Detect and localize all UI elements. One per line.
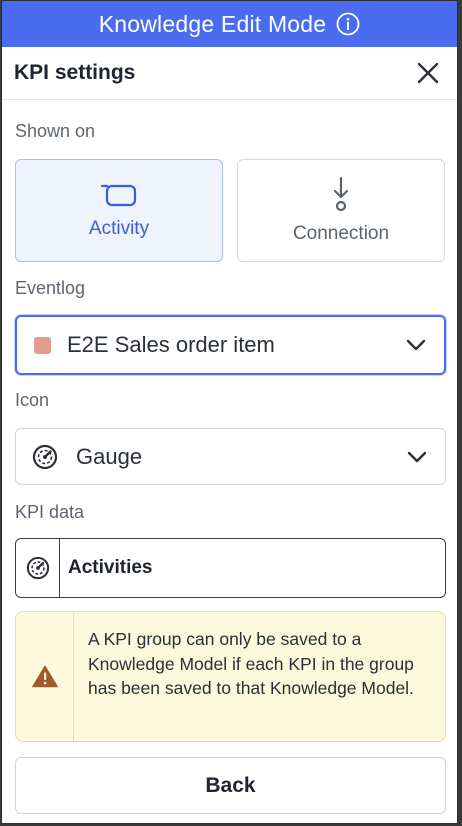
kpi-icon-cell: [16, 539, 60, 597]
info-icon[interactable]: [336, 12, 360, 36]
knowledge-edit-mode-banner: Knowledge Edit Mode: [2, 1, 457, 47]
back-button[interactable]: Back: [15, 757, 446, 814]
eventlog-select[interactable]: E2E Sales order item: [15, 315, 446, 375]
eventlog-value: E2E Sales order item: [67, 332, 275, 357]
warning-icon: [31, 665, 58, 688]
warning-callout: A KPI group can only be saved to a Knowl…: [15, 611, 446, 742]
activity-label: Activity: [88, 217, 150, 239]
close-button[interactable]: [413, 58, 443, 88]
chevron-down-icon: [406, 339, 426, 351]
icon-value: Gauge: [76, 443, 143, 469]
eventlog-label: Eventlog: [15, 278, 86, 298]
warning-text: A KPI group can only be saved to a Knowl…: [88, 629, 414, 698]
banner-title: Knowledge Edit Mode: [98, 10, 327, 37]
shown-on-label: Shown on: [15, 121, 96, 141]
activity-icon: [101, 184, 137, 206]
chevron-down-icon: [407, 451, 427, 462]
close-icon: [417, 62, 439, 84]
kpi-data-field[interactable]: Activities: [15, 538, 446, 598]
icon-label: Icon: [15, 390, 50, 410]
connection-label: Connection: [292, 222, 390, 244]
eventlog-color-swatch: [34, 336, 51, 354]
connection-icon: [333, 176, 349, 211]
gauge-icon: [32, 444, 58, 470]
warning-icon-cell: [16, 612, 74, 741]
kpi-data-label: KPI data: [15, 502, 85, 522]
panel-title: KPI settings: [14, 61, 136, 84]
shown-on-connection-button[interactable]: Connection: [237, 159, 445, 262]
gauge-icon: [26, 556, 50, 580]
kpi-settings-window: Knowledge Edit Mode KPI settings Shown o…: [1, 0, 458, 824]
icon-select[interactable]: Gauge: [15, 428, 446, 485]
shown-on-activity-button[interactable]: Activity: [15, 159, 223, 262]
kpi-data-input[interactable]: Activities: [60, 539, 445, 597]
panel-header: KPI settings: [2, 47, 457, 100]
